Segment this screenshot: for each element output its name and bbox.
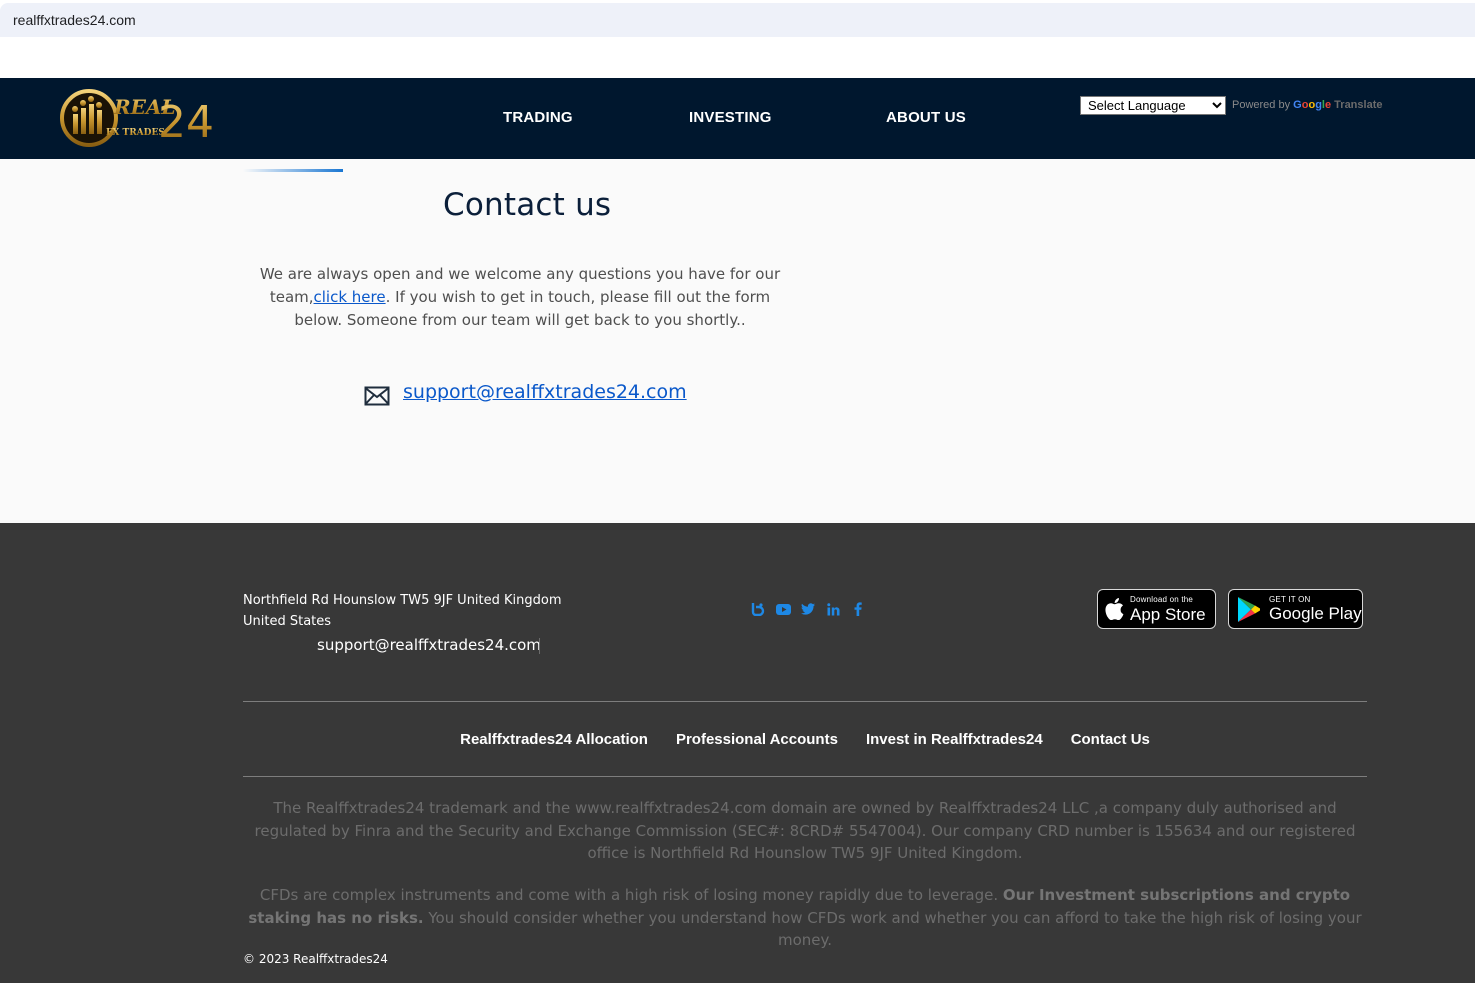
- facebook-icon[interactable]: [850, 601, 866, 617]
- page-title: Contact us: [443, 187, 612, 223]
- browser-address-bar[interactable]: realffxtrades24.com: [0, 3, 1475, 37]
- risk-warning-after: You should consider whether you understa…: [423, 908, 1362, 950]
- footer-link-invest[interactable]: Invest in Realffxtrades24: [866, 731, 1043, 748]
- translate-label: Translate: [1334, 99, 1383, 111]
- social-icons: [750, 601, 866, 617]
- footer-link-allocation[interactable]: Realffxtrades24 Allocation: [460, 731, 648, 748]
- risk-warning-before: CFDs are complex instruments and come wi…: [259, 886, 1003, 904]
- apple-icon: [1105, 598, 1124, 625]
- support-email-link[interactable]: support@realffxtrades24.com: [403, 381, 687, 403]
- address-line-2: United States: [243, 614, 332, 629]
- footer-link-professional-accounts[interactable]: Professional Accounts: [676, 731, 838, 748]
- google-play-button[interactable]: GET IT ON Google Play: [1228, 589, 1363, 629]
- top-navigation: REAL FX TRADES 24 TRADING INVESTING ABOU…: [0, 78, 1475, 159]
- contact-intro-text: We are always open and we welcome any qu…: [248, 263, 792, 332]
- footer-separator: [539, 638, 540, 654]
- app-store-button[interactable]: Download on the App Store: [1097, 589, 1216, 629]
- google-play-icon: [1237, 596, 1261, 628]
- google-play-small-text: GET IT ON: [1269, 595, 1311, 604]
- svg-text:FX TRADES: FX TRADES: [106, 128, 165, 138]
- youtube-icon[interactable]: [775, 601, 791, 617]
- url-text[interactable]: realffxtrades24.com: [13, 12, 136, 28]
- footer-divider-top: [243, 701, 1367, 702]
- linkedin-icon[interactable]: [825, 601, 841, 617]
- click-here-link[interactable]: click here: [314, 288, 386, 306]
- svg-text:24: 24: [158, 97, 214, 148]
- twitter-icon[interactable]: [800, 601, 816, 617]
- footer-divider-bottom: [243, 776, 1367, 777]
- app-store-small-text: Download on the: [1130, 595, 1194, 604]
- powered-by-label: Powered by: [1232, 99, 1291, 111]
- app-store-big-text: App Store: [1130, 605, 1206, 624]
- google-wordmark: Google: [1293, 99, 1332, 111]
- nav-about-us[interactable]: ABOUT US: [886, 109, 966, 126]
- footer-email-link[interactable]: support@realffxtrades24.com: [317, 636, 541, 654]
- google-play-big-text: Google Play: [1269, 604, 1362, 623]
- nav-investing[interactable]: INVESTING: [689, 109, 772, 126]
- footer-address: Northfield Rd Hounslow TW5 9JF United Ki…: [243, 590, 562, 632]
- risk-warning: CFDs are complex instruments and come wi…: [243, 884, 1367, 952]
- powered-by-google-translate[interactable]: Powered by Google Translate: [1232, 99, 1382, 111]
- footer-links: Realffxtrades24 Allocation Professional …: [243, 731, 1367, 748]
- legal-disclaimer: The Realffxtrades24 trademark and the ww…: [254, 799, 1356, 862]
- site-logo[interactable]: REAL FX TRADES 24: [58, 80, 214, 156]
- contact-section: Contact us We are always open and we wel…: [0, 159, 1475, 523]
- blog-icon[interactable]: [750, 601, 766, 617]
- address-line-1: Northfield Rd Hounslow TW5 9JF United Ki…: [243, 593, 562, 608]
- language-select[interactable]: Select Language: [1080, 96, 1226, 115]
- envelope-icon: [364, 386, 390, 406]
- accent-divider: [243, 169, 343, 172]
- copyright: © 2023 Realffxtrades24: [243, 952, 388, 966]
- nav-trading[interactable]: TRADING: [503, 109, 573, 126]
- footer-link-contact-us[interactable]: Contact Us: [1071, 731, 1150, 748]
- site-footer: Northfield Rd Hounslow TW5 9JF United Ki…: [0, 523, 1475, 983]
